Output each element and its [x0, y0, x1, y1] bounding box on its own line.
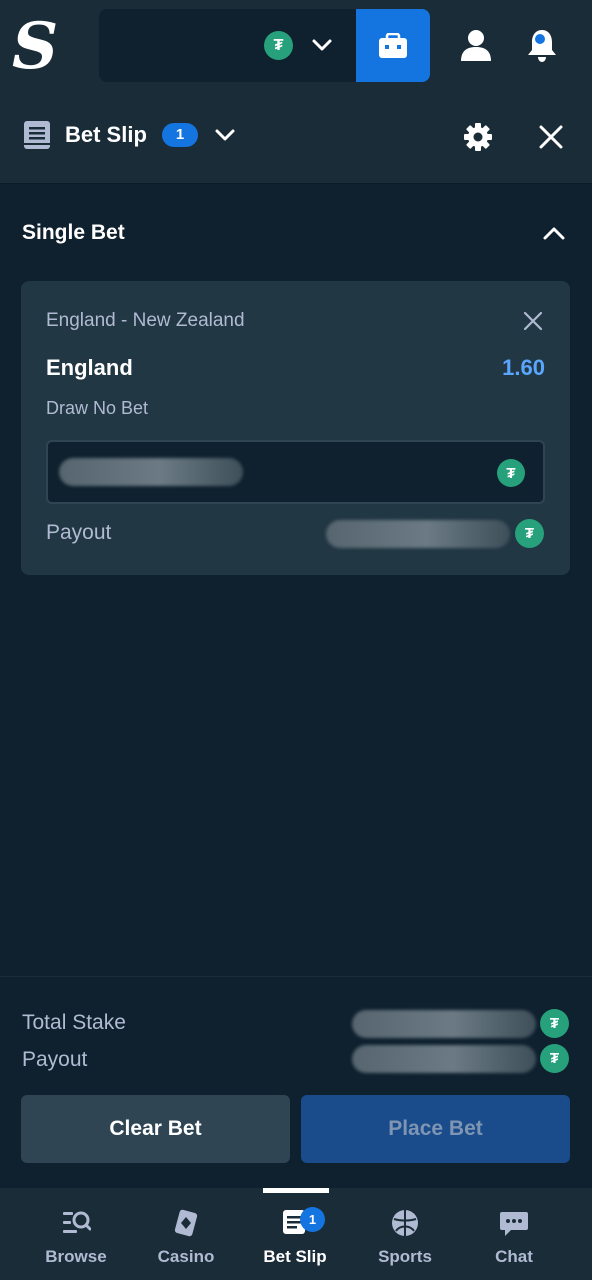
match-name[interactable]: England - New Zealand	[46, 307, 245, 335]
clear-bet-button[interactable]: Clear Bet	[21, 1095, 290, 1163]
gear-icon[interactable]	[463, 122, 493, 152]
nav-label-chat[interactable]: Chat	[459, 1244, 569, 1270]
casino-icon[interactable]	[171, 1208, 201, 1238]
selection-name: England	[46, 355, 133, 380]
bell-icon[interactable]	[525, 27, 559, 63]
usdt-currency-icon: ₮	[515, 519, 544, 548]
stake-amount-redacted	[59, 458, 243, 486]
chat-icon[interactable]	[499, 1208, 529, 1238]
payout-label: Payout	[46, 521, 112, 544]
payout-amount-redacted	[326, 520, 510, 548]
nav-label-browse[interactable]: Browse	[21, 1244, 131, 1270]
chevron-up-icon[interactable]	[541, 221, 567, 245]
single-bet-section-title[interactable]: Single Bet	[22, 218, 125, 248]
wallet-button[interactable]	[356, 9, 430, 82]
total-payout-redacted	[352, 1045, 536, 1073]
total-stake-redacted	[352, 1010, 536, 1038]
chevron-down-icon[interactable]	[213, 123, 237, 147]
usdt-currency-icon: ₮	[264, 31, 293, 60]
odds-value: 1.60	[502, 355, 545, 380]
stake-logo-icon[interactable]: S	[10, 10, 60, 80]
nav-label-sports[interactable]: Sports	[350, 1244, 460, 1270]
market-name: Draw No Bet	[46, 398, 149, 418]
bet-slip-title: Bet Slip	[65, 122, 147, 147]
nav-label-bet-slip[interactable]: Bet Slip	[240, 1244, 350, 1270]
place-bet-button[interactable]: Place Bet	[301, 1095, 570, 1163]
svg-text:S: S	[12, 10, 58, 80]
wallet-icon	[379, 32, 407, 58]
bet-slip-icon	[24, 121, 50, 149]
sports-icon[interactable]	[390, 1208, 420, 1238]
nav-label-casino[interactable]: Casino	[131, 1244, 241, 1270]
nav-bet-count-badge: 1	[300, 1207, 325, 1232]
active-tab-indicator	[263, 1188, 329, 1193]
bet-count-badge: 1	[162, 123, 198, 147]
usdt-currency-icon: ₮	[540, 1044, 569, 1073]
user-icon[interactable]	[459, 28, 493, 62]
total-stake-label: Total Stake	[22, 1011, 126, 1034]
chevron-down-icon[interactable]	[311, 34, 333, 56]
total-payout-label: Payout	[22, 1048, 88, 1071]
browse-icon[interactable]	[61, 1208, 91, 1238]
usdt-currency-icon: ₮	[540, 1009, 569, 1038]
usdt-currency-icon: ₮	[497, 459, 525, 487]
close-icon[interactable]	[538, 124, 564, 150]
remove-bet-close-icon[interactable]	[522, 310, 544, 332]
